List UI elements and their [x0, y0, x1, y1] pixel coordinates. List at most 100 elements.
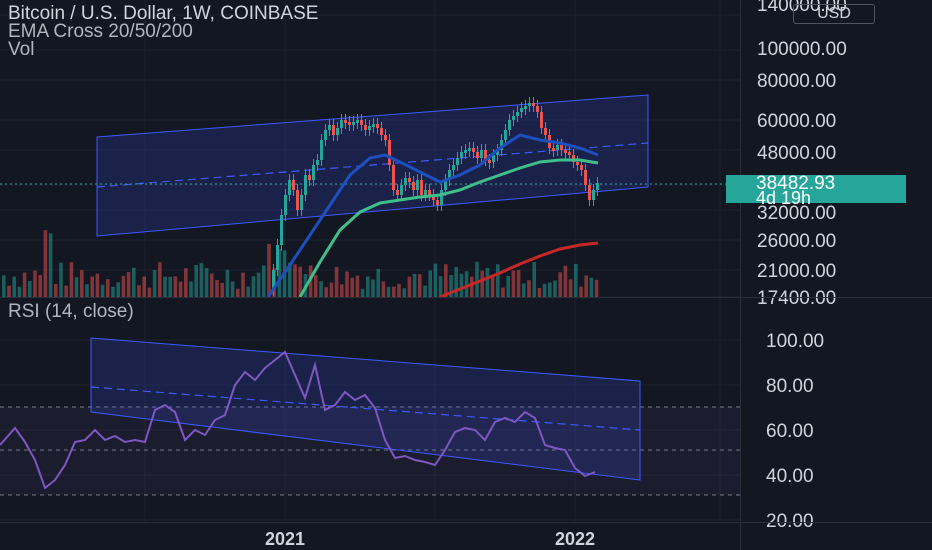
- volume-bar: [568, 279, 573, 297]
- volume-bar: [168, 276, 172, 297]
- volume-bar: [90, 276, 94, 297]
- candle-body: [456, 158, 459, 165]
- volume-bar: [69, 262, 74, 297]
- volume-bar: [132, 267, 136, 297]
- candle-body: [564, 150, 567, 153]
- candle-body: [560, 145, 563, 150]
- volume-bar: [262, 265, 266, 297]
- time-axis-label: 2021: [265, 529, 305, 549]
- candle-body: [408, 178, 411, 182]
- volume-bar: [433, 263, 438, 297]
- volume-bar: [319, 281, 323, 297]
- candle-body: [400, 185, 403, 195]
- chart-canvas[interactable]: 140000.00100000.0080000.0060000.0048000.…: [0, 0, 932, 550]
- candle-body: [392, 165, 395, 190]
- volume-bar: [376, 268, 380, 297]
- rsi-axis-label: 100.00: [766, 331, 824, 352]
- volume-bar: [386, 286, 391, 297]
- candle-body: [480, 150, 483, 158]
- volume-bar: [38, 275, 42, 297]
- volume-bar: [480, 270, 484, 297]
- volume-bar: [95, 273, 100, 297]
- candle-body: [340, 120, 343, 128]
- rsi-axis-label: 40.00: [766, 466, 814, 487]
- candle-body: [288, 180, 291, 195]
- volume-bar: [178, 281, 183, 297]
- volume-bar: [397, 283, 401, 297]
- candle-body: [460, 152, 463, 158]
- candle-body: [320, 140, 323, 160]
- candle-body: [532, 103, 535, 106]
- candle-body: [528, 103, 531, 106]
- candle-body: [344, 120, 347, 123]
- pane-divider[interactable]: [0, 297, 932, 298]
- candle-body: [416, 180, 419, 190]
- candle-body: [280, 215, 283, 245]
- rsi-legend[interactable]: RSI (14, close): [8, 302, 134, 321]
- candle-body: [336, 128, 339, 135]
- candle-body: [360, 120, 363, 125]
- volume-bar: [163, 276, 167, 297]
- volume-bar: [48, 233, 53, 297]
- ema-legend[interactable]: EMA Cross 20/50/200: [8, 22, 193, 41]
- volume-bar: [329, 282, 334, 297]
- volume-bar: [345, 271, 349, 297]
- candle-body: [488, 160, 491, 163]
- volume-bar: [532, 262, 536, 297]
- volume-legend[interactable]: Vol: [8, 40, 34, 59]
- candle-body: [348, 122, 351, 125]
- candle-body: [476, 152, 479, 158]
- candle-body: [568, 152, 571, 155]
- time-axis-label: 2022: [555, 529, 595, 549]
- volume-bar: [490, 274, 495, 297]
- price-axis-label: 60000.00: [757, 111, 836, 132]
- volume-bar: [116, 282, 120, 297]
- time-axis-border: [0, 522, 932, 523]
- volume-bar: [522, 283, 526, 297]
- candle-body: [580, 165, 583, 170]
- volume-bar: [220, 282, 224, 297]
- volume-bar: [464, 271, 469, 297]
- candle-body: [588, 185, 591, 200]
- volume-bar: [59, 262, 63, 297]
- volume-bar: [241, 272, 245, 297]
- candle-body: [376, 124, 379, 128]
- volume-bar: [485, 267, 490, 297]
- candle-body: [508, 120, 511, 130]
- volume-bar: [470, 276, 474, 297]
- candle-body: [368, 126, 371, 130]
- currency-button[interactable]: USD: [793, 4, 875, 24]
- price-axis-label: 100000.00: [757, 39, 847, 60]
- volume-bar: [293, 264, 297, 297]
- volume-bar: [563, 265, 568, 297]
- volume-bar: [594, 279, 599, 297]
- volume-bar: [392, 286, 396, 297]
- candle-body: [380, 128, 383, 135]
- candle-body: [420, 180, 423, 195]
- candle-body: [404, 178, 407, 185]
- volume-bar: [428, 270, 432, 297]
- volume-bar: [2, 275, 6, 297]
- price-axis-label: 21000.00: [757, 261, 836, 282]
- candle-body: [468, 148, 471, 151]
- candle-body: [356, 120, 359, 123]
- price-axis-label: 80000.00: [757, 71, 836, 92]
- candle-body: [596, 183, 599, 190]
- volume-bar: [251, 276, 256, 297]
- volume-bar: [350, 277, 354, 297]
- candle-body: [412, 182, 415, 190]
- candle-body: [576, 162, 579, 165]
- candle-body: [396, 190, 399, 195]
- volume-bar: [173, 276, 178, 297]
- volume-bar: [184, 268, 188, 297]
- volume-bar: [314, 275, 318, 297]
- trend-channels[interactable]: [0, 94, 740, 237]
- candle-body: [436, 200, 439, 205]
- candle-body: [472, 148, 475, 152]
- candle-body: [520, 108, 523, 112]
- volume-bar: [267, 243, 271, 297]
- volume-bar: [33, 270, 37, 297]
- volume-bar: [215, 279, 219, 297]
- current-price-label: 38482.93 4d 19h: [726, 174, 906, 207]
- rsi-pane[interactable]: [0, 337, 740, 496]
